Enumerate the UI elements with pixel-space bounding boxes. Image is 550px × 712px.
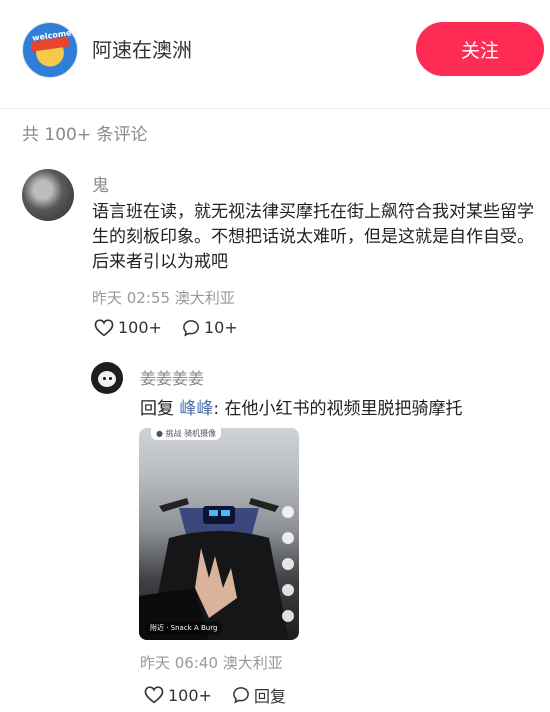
video-side-icons	[282, 506, 294, 636]
comment-location: 澳大利亚	[174, 289, 235, 307]
heart-icon	[94, 318, 114, 336]
reply-meta: 昨天 06:40 澳大利亚	[140, 652, 283, 673]
reply-actions: 100+ 回复	[144, 683, 306, 707]
avatar-face	[98, 371, 116, 387]
like-count: 100+	[118, 318, 162, 337]
replier-name[interactable]: 姜姜姜姜	[140, 365, 204, 389]
reply-like-count: 100+	[168, 685, 212, 705]
reply-video-thumbnail[interactable]: ● 挑战 骑机摄像 附近 · Snack A Burg	[139, 428, 299, 640]
reply-like-button[interactable]: 100+	[144, 686, 212, 705]
comment-meta: 昨天 02:55 澳大利亚	[92, 287, 235, 308]
comment-icon	[282, 558, 294, 570]
motorcycle-dashboard-illustration	[139, 498, 289, 640]
reply-button[interactable]: 回复	[232, 683, 286, 707]
heart-icon	[282, 532, 294, 544]
author-name[interactable]: 阿速在澳洲	[92, 34, 192, 63]
avatar-eye	[109, 377, 112, 380]
author-avatar[interactable]: welcome	[22, 22, 78, 78]
post-header: welcome 阿速在澳洲 关注	[0, 0, 550, 109]
replier-avatar[interactable]	[91, 362, 123, 394]
reply-time: 昨天 06:40	[140, 654, 218, 672]
avatar-icon	[282, 506, 294, 518]
reply-count: 10+	[203, 318, 238, 337]
star-icon	[282, 584, 294, 596]
commenter-avatar[interactable]	[22, 169, 74, 221]
comment-time: 昨天 02:55	[92, 289, 170, 307]
comment-count: 共 100+ 条评论	[22, 125, 148, 145]
video-location: 附近 · Snack A Burg	[145, 622, 223, 634]
like-button[interactable]: 100+	[94, 318, 162, 337]
chat-bubble-icon	[183, 319, 199, 337]
reply-mention[interactable]: 峰峰	[179, 399, 213, 419]
reply-location: 澳大利亚	[222, 654, 283, 672]
share-icon	[282, 610, 294, 622]
follow-button[interactable]: 关注	[416, 22, 544, 76]
avatar-eye	[103, 377, 106, 380]
reply-text: 回复 峰峰: 在他小红书的视频里脱把骑摩托	[140, 394, 463, 419]
chat-bubble-icon	[233, 687, 249, 704]
comment-actions: 100+ 10+	[94, 318, 258, 337]
reply-body: : 在他小红书的视频里脱把骑摩托	[213, 399, 463, 419]
reply-prefix: 回复	[140, 399, 174, 419]
reply-count-button[interactable]: 10+	[182, 318, 238, 337]
heart-icon	[144, 686, 164, 704]
commenter-name[interactable]: 鬼	[92, 171, 109, 196]
comment-text: 语言班在读，就无视法律买摩托在街上飙符合我对某些留学生的刻板印象。不想把话说太难…	[92, 202, 534, 272]
reply-button-label: 回复	[253, 687, 286, 706]
